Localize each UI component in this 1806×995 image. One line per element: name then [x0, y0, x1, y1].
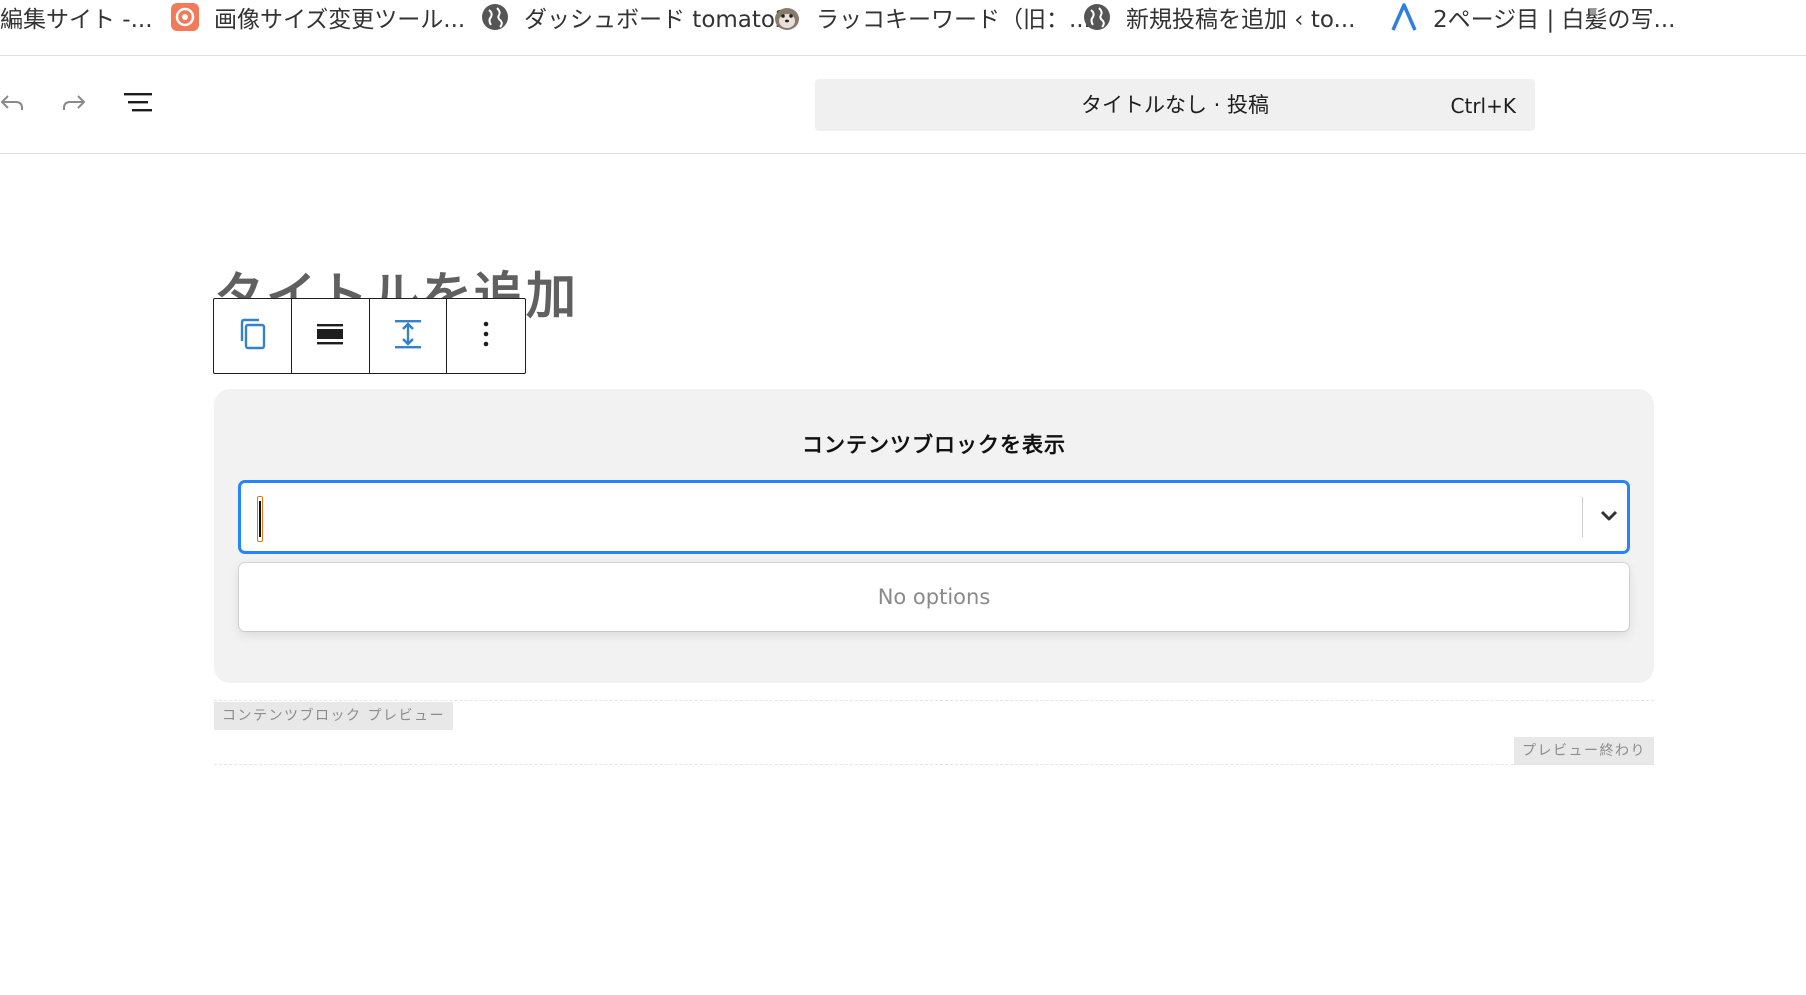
- align-icon: [314, 318, 346, 354]
- preview-end-tag: プレビュー終わり: [1514, 737, 1654, 765]
- chevron-down-icon: [1598, 504, 1620, 530]
- undo-icon: [0, 88, 26, 120]
- more-options-icon: [481, 318, 491, 354]
- undo-button[interactable]: [0, 84, 32, 124]
- bookmarks-bar: 編集サイト -... 画像サイズ変更ツール... ダッシュボード tomato2: [0, 0, 1806, 56]
- bookmark-new-post[interactable]: 新規投稿を追加 ‹ to...: [1082, 0, 1355, 34]
- bookmark-label: ダッシュボード tomato2: [524, 7, 790, 33]
- bookmark-image-resize[interactable]: 画像サイズ変更ツール...: [170, 0, 465, 34]
- bookmark-rakko[interactable]: ラッコキーワード（旧：...: [772, 0, 1091, 34]
- list-view-button[interactable]: [118, 84, 158, 124]
- keyboard-shortcut: Ctrl+K: [1450, 94, 1516, 118]
- preview-start-tag: コンテンツブロック プレビュー: [214, 702, 453, 730]
- globe-icon: [480, 2, 510, 32]
- content-block-panel: コンテンツブロックを表示 No options: [214, 389, 1654, 683]
- redo-icon: [60, 88, 88, 120]
- otter-icon: [772, 2, 802, 32]
- select-search-input[interactable]: [255, 495, 1555, 539]
- editor-header: タイトルなし · 投稿 Ctrl+K: [0, 56, 1806, 154]
- no-options-message: No options: [877, 585, 991, 609]
- height-icon: [391, 317, 425, 355]
- redo-button[interactable]: [54, 84, 94, 124]
- text-caret: [257, 496, 263, 542]
- dropdown-menu: No options: [239, 563, 1629, 631]
- lambda-icon: [1389, 2, 1419, 32]
- indicator-separator: [1582, 497, 1583, 537]
- bookmark-page-two[interactable]: 2ページ目 | 白髪の写...: [1389, 0, 1675, 34]
- align-button[interactable]: [292, 299, 370, 373]
- more-options-button[interactable]: [447, 299, 525, 373]
- bookmark-label: 新規投稿を追加 ‹ to...: [1126, 7, 1356, 33]
- copy-icon: [234, 316, 270, 356]
- bookmark-dashboard[interactable]: ダッシュボード tomato2: [480, 0, 790, 34]
- bookmark-label: ラッコキーワード（旧：...: [816, 7, 1091, 33]
- block-preview-area: コンテンツブロック プレビュー プレビュー終わり: [214, 700, 1654, 765]
- bookmark-edit-site[interactable]: 編集サイト -...: [0, 0, 153, 34]
- bookmark-label: 2ページ目 | 白髪の写...: [1433, 7, 1676, 33]
- command-palette-button[interactable]: タイトルなし · 投稿 Ctrl+K: [815, 79, 1535, 131]
- block-toolbar: [213, 298, 526, 374]
- dropdown-toggle[interactable]: [1591, 491, 1627, 543]
- block-label: コンテンツブロックを表示: [802, 433, 1066, 457]
- list-view-icon: [122, 88, 154, 120]
- block-type-button[interactable]: [214, 299, 292, 373]
- globe-icon: [1082, 2, 1112, 32]
- image-tool-icon: [170, 2, 200, 32]
- bookmark-label: 編集サイト -...: [0, 7, 153, 33]
- height-button[interactable]: [370, 299, 448, 373]
- bookmark-label: 画像サイズ変更ツール...: [214, 7, 466, 33]
- content-block-select[interactable]: [239, 481, 1629, 553]
- document-title: タイトルなし · 投稿: [1080, 93, 1270, 117]
